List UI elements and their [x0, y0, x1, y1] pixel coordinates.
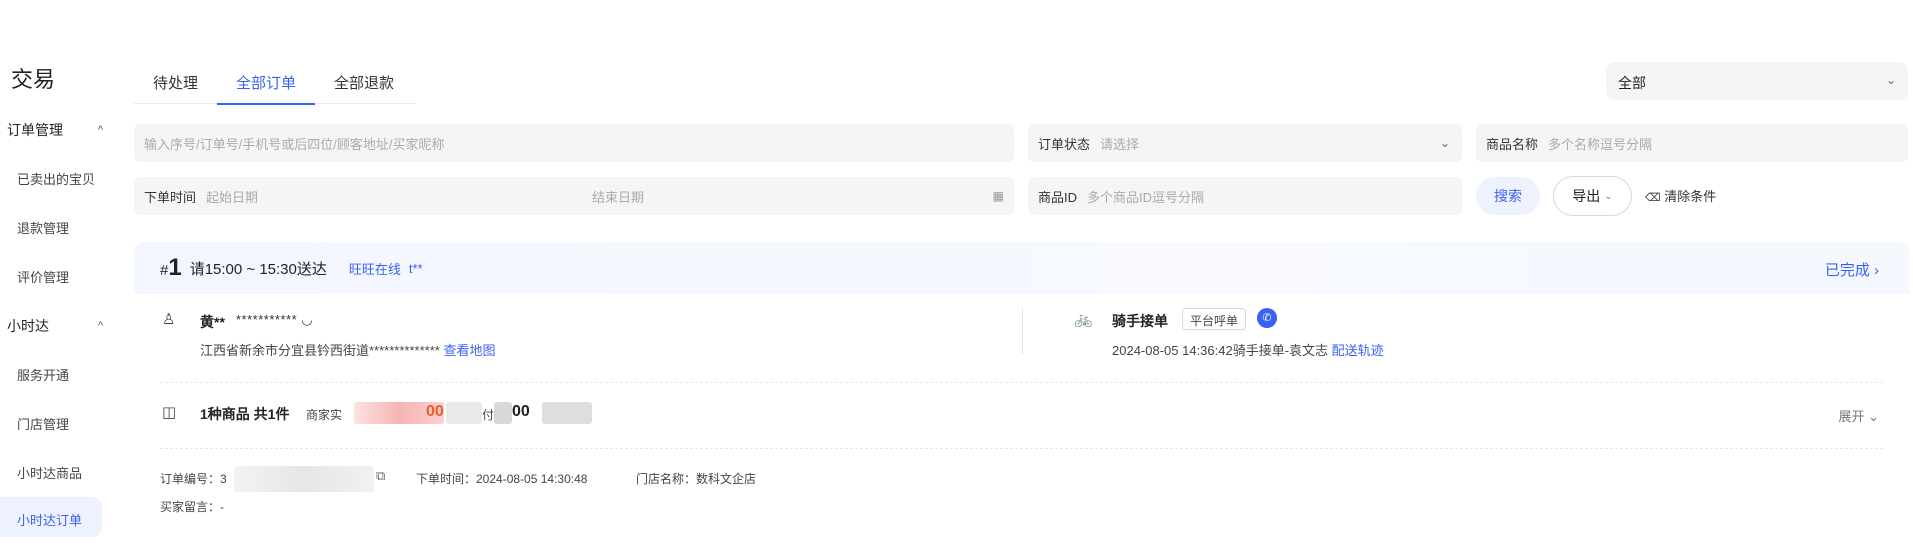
sidebar-item-refund-management[interactable]: 退款管理 — [17, 218, 69, 237]
expand-label: 展开 — [1838, 409, 1865, 424]
headset-icon[interactable]: ◡ — [301, 312, 313, 327]
buyer-phone: *********** ◡ — [236, 312, 313, 328]
sidebar-item-sold-items[interactable]: 已卖出的宝贝 — [17, 169, 95, 188]
goods-id-input[interactable]: 商品ID 多个商品ID逗号分隔 — [1028, 177, 1462, 215]
scope-select[interactable]: 全部 ⌄ — [1606, 62, 1908, 100]
chevron-down-icon: ⌄ — [1868, 409, 1879, 424]
delivery-window: 请15:00 ~ 15:30送达 — [189, 260, 327, 278]
sidebar-group-hourly-delivery[interactable]: 小时达 ^ — [7, 316, 103, 336]
sidebar-item-hourly-goods[interactable]: 小时达商品 — [17, 463, 82, 482]
divider — [1022, 308, 1023, 354]
export-button[interactable]: 导出 ⌄ — [1553, 176, 1632, 216]
buyer-phone-text: *********** — [236, 312, 298, 327]
order-index-number: 1 — [168, 254, 182, 281]
order-card: #1 请15:00 ~ 15:30送达 旺旺在线 t** 已完成 › ♙ 黄**… — [134, 242, 1909, 553]
calendar-icon: ▦ — [992, 189, 1004, 203]
export-label: 导出 — [1572, 188, 1601, 204]
goods-summary: 1种商品 共1件 — [200, 406, 290, 422]
chevron-down-icon: ⌄ — [1604, 190, 1613, 202]
rider-title: 骑手接单 — [1112, 313, 1168, 329]
order-tabs: 待处理 全部订单 全部退款 — [134, 62, 416, 105]
buyer-nick-link[interactable]: t** — [409, 261, 423, 276]
merchant-received-label: 商家实 — [306, 408, 343, 422]
sidebar-item-hourly-orders[interactable]: 小时达订单 — [0, 497, 102, 537]
chevron-down-icon: ⌄ — [1439, 136, 1450, 150]
sidebar-group-order-management[interactable]: 订单管理 ^ — [7, 120, 103, 140]
sidebar-group-label: 小时达 — [7, 318, 49, 334]
eraser-icon: ⌫ — [1645, 192, 1661, 204]
store-name: 门店名称：数科文企店 — [636, 472, 757, 486]
sidebar-item-service-activation[interactable]: 服务开通 — [17, 365, 69, 384]
clear-label: 清除条件 — [1664, 189, 1717, 204]
clear-conditions-button[interactable]: ⌫ 清除条件 — [1645, 186, 1716, 205]
sidebar-title: 交易 — [11, 67, 56, 92]
goods-row: ◫ 1种商品 共1件 商家实 00 付 00 展开 ⌄ — [134, 400, 1909, 430]
order-status-placeholder: 请选择 — [1100, 136, 1140, 152]
order-status-text: 已完成 — [1824, 262, 1870, 279]
order-index: #1 — [160, 254, 182, 282]
goods-name-placeholder: 多个名称逗号分隔 — [1548, 136, 1653, 152]
masked-amount — [542, 402, 592, 424]
paid-amount: 00 — [512, 403, 530, 420]
order-status-select[interactable]: 订单状态 请选择 ⌄ — [1028, 124, 1462, 162]
divider — [160, 448, 1883, 449]
view-map-link[interactable]: 查看地图 — [443, 343, 495, 358]
sidebar-group-label: 订单管理 — [7, 122, 63, 138]
end-date-input[interactable]: 结束日期 — [592, 187, 644, 206]
buyer-rider-row: ♙ 黄** *********** ◡ 江西省新余市分宜县钤西街道*******… — [134, 308, 1909, 368]
order-number: 订单编号：3 — [160, 472, 227, 486]
chevron-down-icon: ⌄ — [1885, 73, 1896, 87]
buyer-address: 江西省新余市分宜县钤西街道************** 查看地图 — [200, 340, 495, 359]
order-status-label: 订单状态 — [1038, 136, 1091, 152]
goods-id-label: 商品ID — [1038, 189, 1078, 205]
chevron-up-icon: ^ — [97, 320, 103, 332]
rider-icon: 🚲 — [1074, 311, 1093, 328]
rider-info-text: 2024-08-05 14:36:42骑手接单-袁文志 — [1112, 343, 1329, 358]
goods-name-label: 商品名称 — [1486, 136, 1539, 152]
masked-amount — [494, 402, 512, 424]
order-time-range[interactable]: 下单时间 起始日期 结束日期 ▦ — [134, 177, 1014, 215]
phone-icon[interactable]: ✆ — [1257, 308, 1277, 328]
goods-id-placeholder: 多个商品ID逗号分隔 — [1087, 189, 1205, 205]
divider — [160, 382, 1883, 383]
search-button[interactable]: 搜索 — [1476, 177, 1540, 215]
search-placeholder: 输入序号/订单号/手机号或后四位/顾客地址/买家昵称 — [144, 136, 445, 152]
goods-icon: ◫ — [162, 404, 177, 421]
sidebar-item-review-management[interactable]: 评价管理 — [17, 267, 69, 286]
copy-icon[interactable]: ⧉ — [376, 468, 385, 484]
order-time-label: 下单时间 — [144, 189, 197, 205]
order-status-link[interactable]: 已完成 › — [1825, 259, 1879, 280]
rider-info: 2024-08-05 14:36:42骑手接单-袁文志 配送轨迹 — [1112, 340, 1384, 359]
delivery-track-link[interactable]: 配送轨迹 — [1332, 343, 1384, 358]
order-card-header: #1 请15:00 ~ 15:30送达 旺旺在线 t** 已完成 › — [134, 242, 1909, 294]
expand-button[interactable]: 展开 ⌄ — [1838, 406, 1879, 425]
chevron-up-icon: ^ — [97, 124, 103, 136]
tab-all-refunds[interactable]: 全部退款 — [315, 62, 413, 104]
scope-select-value: 全部 — [1618, 75, 1646, 91]
chevron-right-icon: › — [1874, 262, 1879, 279]
sidebar: 交易 订单管理 ^ 已卖出的宝贝 退款管理 评价管理 小时达 ^ 服务开通 门店… — [0, 0, 118, 553]
buyer-address-text: 江西省新余市分宜县钤西街道************** — [200, 343, 440, 358]
user-location-icon: ♙ — [162, 311, 176, 328]
tab-all-orders[interactable]: 全部订单 — [217, 62, 316, 105]
paid-label: 付 — [482, 408, 495, 422]
platform-call-tag: 平台呼单 — [1182, 308, 1247, 330]
buyer-name: 黄** — [200, 314, 225, 330]
order-search-input[interactable]: 输入序号/订单号/手机号或后四位/顾客地址/买家昵称 — [134, 124, 1014, 162]
masked-order-number — [234, 466, 374, 492]
goods-name-input[interactable]: 商品名称 多个名称逗号分隔 — [1476, 124, 1908, 162]
merchant-received-amount: 00 — [426, 403, 444, 420]
buyer-message: 买家留言：- — [160, 500, 224, 514]
tab-pending[interactable]: 待处理 — [134, 62, 217, 104]
start-date-input[interactable]: 起始日期 — [206, 187, 258, 206]
masked-label — [446, 402, 482, 424]
wangwang-online-link[interactable]: 旺旺在线 — [349, 259, 401, 278]
order-time: 下单时间：2024-08-05 14:30:48 — [416, 472, 588, 486]
sidebar-item-store-management[interactable]: 门店管理 — [17, 414, 69, 433]
